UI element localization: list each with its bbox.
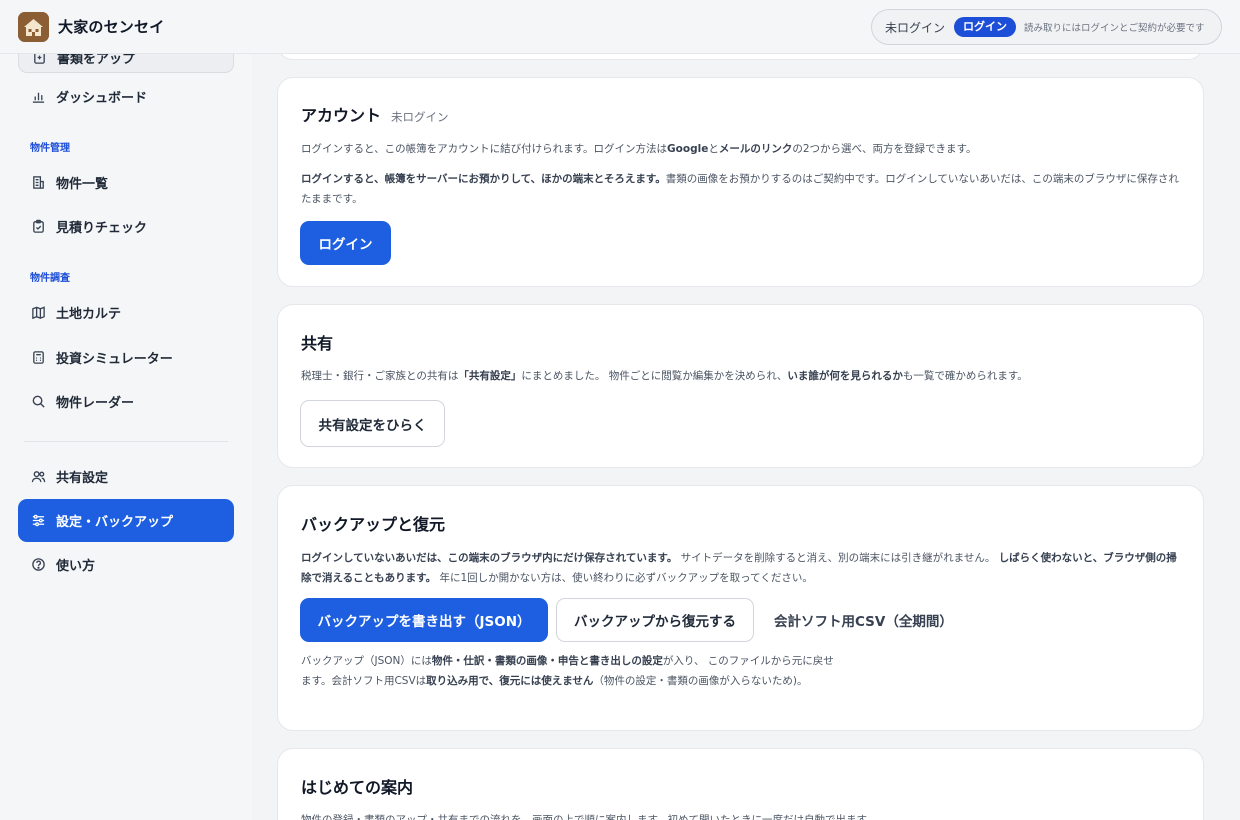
sidebar-item-label: 物件一覧 (56, 177, 109, 192)
sidebar-item-settings-backup[interactable]: 設定・バックアップ (18, 499, 234, 542)
text: サイトデータを削除すると消え、別の端末には引き継がれません。 (677, 552, 999, 564)
sidebar-item-label: 使い方 (56, 559, 96, 574)
account-title-text: アカウント (301, 106, 382, 125)
sidebar-item-land-karte[interactable]: 土地カルテ (18, 291, 234, 334)
users-icon (30, 469, 46, 485)
text: と (708, 143, 719, 155)
sidebar-item-share-settings[interactable]: 共有設定 (18, 455, 234, 498)
share-title: 共有 (301, 334, 334, 353)
text-bold: ログインしていないあいだは、この端末のブラウザ内にだけ保存されています。 (301, 552, 678, 564)
login-status-text: 未ログイン (885, 20, 946, 35)
sidebar-item-label: ダッシュボード (56, 91, 148, 106)
sliders-icon (30, 513, 46, 529)
sidebar: 書類をアップ ダッシュボード 物件管理 物件一覧 見積りチェック 物件調査 土地… (0, 42, 252, 820)
sidebar-item-label: 土地カルテ (56, 307, 122, 322)
export-backup-json-button[interactable]: バックアップを書き出す（JSON） (300, 598, 548, 642)
app-title: 大家のセンセイ (58, 18, 165, 36)
intro-title: はじめての案内 (301, 778, 414, 797)
section-label-property-research: 物件調査 (30, 273, 70, 284)
text-bold: 物件・仕訳・書類の画像・申告と書き出しの設定 (431, 655, 663, 667)
calculator-icon (30, 350, 46, 366)
backup-description: ログインしていないあいだは、この端末のブラウザ内にだけ保存されています。 サイト… (301, 548, 1186, 588)
sidebar-item-how-to-use[interactable]: 使い方 (18, 543, 234, 586)
sidebar-item-label: 設定・バックアップ (56, 515, 174, 530)
intro-description: 物件の登録・書類のアップ・共有までの流れを、画面の上で順に案内します。初めて開い… (301, 814, 877, 820)
sidebar-item-property-list[interactable]: 物件一覧 (18, 161, 234, 204)
search-icon (30, 394, 46, 410)
login-status-pill: 未ログイン ログイン 読み取りにはログインとご契約が必要です (871, 9, 1222, 45)
clipboard-check-icon (30, 219, 46, 235)
text: （物件の設定・書類の画像が入らないため)。 (593, 675, 808, 687)
help-circle-icon (30, 557, 46, 573)
sidebar-item-dashboard[interactable]: ダッシュボード (18, 75, 234, 118)
section-label-property-management: 物件管理 (30, 143, 70, 154)
restore-backup-button[interactable]: バックアップから復元する (556, 598, 754, 642)
intro-card: はじめての案内 物件の登録・書類のアップ・共有までの流れを、画面の上で順に案内し… (277, 748, 1204, 820)
sidebar-divider (24, 441, 228, 442)
text-bold: 「共有設定」 (458, 370, 522, 382)
map-icon (30, 305, 46, 321)
sidebar-item-investment-simulator[interactable]: 投資シミュレーター (18, 336, 234, 379)
text-bold: Google (667, 143, 709, 155)
account-status-tag: 未ログイン (391, 110, 449, 124)
login-requirement-note: 読み取りにはログインとご契約が必要です (1024, 23, 1205, 34)
text-bold: ログインすると、帳簿をサーバーにお預かりして、ほかの端末とそろえます。 (301, 173, 666, 185)
sidebar-item-estimate-check[interactable]: 見積りチェック (18, 205, 234, 248)
backup-card: バックアップと復元 ログインしていないあいだは、この端末のブラウザ内にだけ保存さ… (277, 485, 1204, 731)
share-description: 税理士・銀行・ご家族との共有は「共有設定」にまとめました。 物件ごとに閲覧か編集… (301, 366, 1186, 386)
house-logo-icon (18, 12, 49, 42)
building-icon (30, 175, 46, 191)
backup-note: バックアップ（JSON）には物件・仕訳・書類の画像・申告と書き出しの設定が入り、… (301, 651, 841, 691)
account-description-2: ログインすると、帳簿をサーバーにお預かりして、ほかの端末とそろえます。書類の画像… (301, 169, 1186, 209)
account-title: アカウント 未ログイン (301, 102, 449, 126)
text: も一覧で確かめられます。 (902, 370, 1028, 382)
text: バックアップ（JSON）には (301, 655, 432, 667)
open-share-settings-button[interactable]: 共有設定をひらく (300, 400, 445, 447)
backup-title: バックアップと復元 (301, 515, 446, 534)
sidebar-item-property-radar[interactable]: 物件レーダー (18, 380, 234, 423)
text-bold: メールのリンク (718, 143, 793, 155)
bar-chart-icon (30, 89, 46, 105)
text: ログインすると、この帳簿をアカウントに結び付けられます。ログイン方法は (301, 143, 668, 155)
account-description-1: ログインすると、この帳簿をアカウントに結び付けられます。ログイン方法はGoogl… (301, 139, 1186, 159)
sidebar-item-label: 物件レーダー (56, 396, 135, 411)
sidebar-item-label: 共有設定 (56, 471, 109, 486)
text: 年に1回しか開かない方は、使い終わりに必ずバックアップを取ってください。 (436, 572, 813, 584)
accounting-csv-button[interactable]: 会計ソフト用CSV（全期間） (774, 598, 953, 642)
text-bold: 取り込み用で、復元には使えません (426, 675, 594, 687)
account-card: アカウント 未ログイン ログインすると、この帳簿をアカウントに結び付けられます。ロ… (277, 77, 1204, 287)
share-card: 共有 税理士・銀行・ご家族との共有は「共有設定」にまとめました。 物件ごとに閲覧… (277, 304, 1204, 468)
login-button[interactable]: ログイン (300, 221, 391, 265)
header-login-button[interactable]: ログイン (954, 17, 1017, 37)
text: 税理士・銀行・ご家族との共有は (301, 370, 459, 382)
text-bold: いま誰が何を見られるか (787, 370, 903, 382)
app-logo[interactable] (18, 12, 49, 42)
text: の2つから選べ、両方を登録できます。 (792, 143, 977, 155)
text: にまとめました。 物件ごとに閲覧か編集かを決められ、 (521, 370, 788, 382)
sidebar-item-label: 投資シミュレーター (56, 352, 173, 367)
app-header: 大家のセンセイ 未ログイン ログイン 読み取りにはログインとご契約が必要です (0, 0, 1240, 54)
sidebar-item-label: 見積りチェック (56, 221, 148, 236)
